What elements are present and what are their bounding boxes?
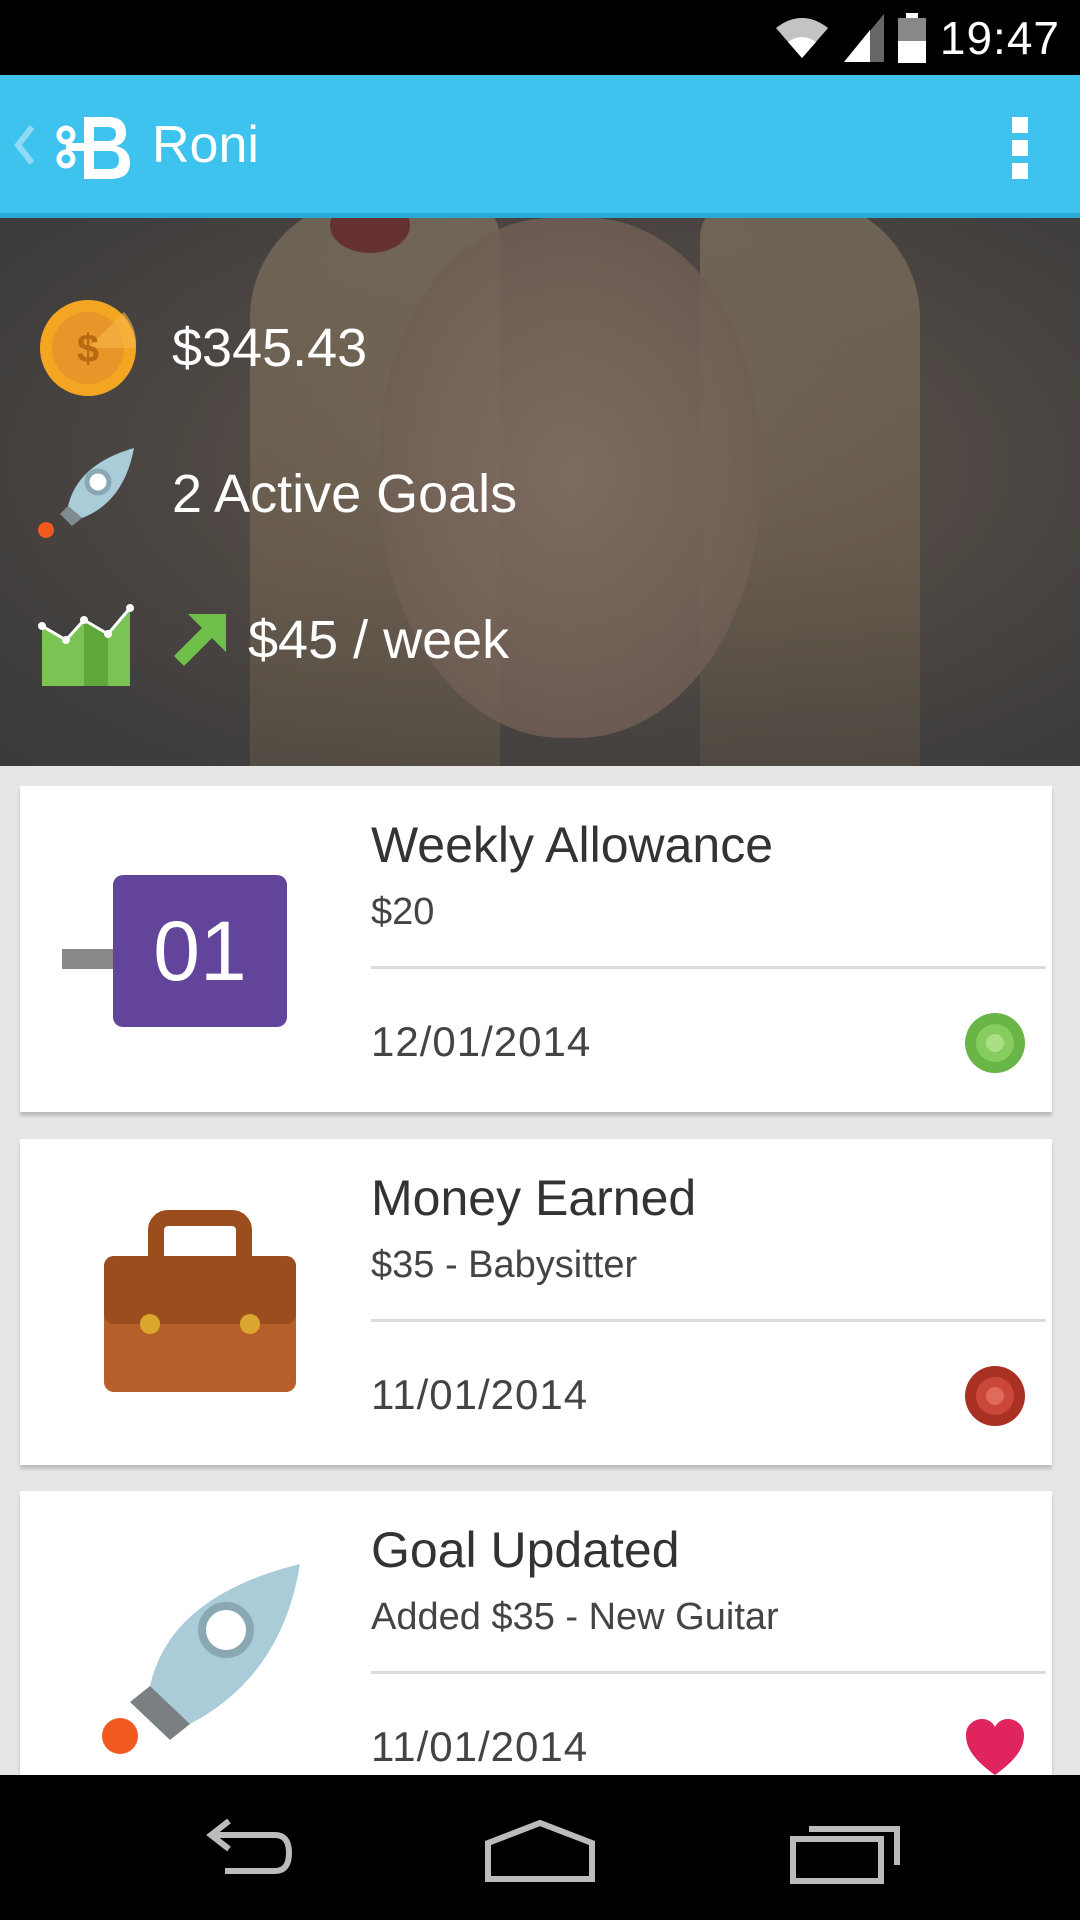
status-dot-red-icon <box>965 1366 1025 1426</box>
app-logo-icon[interactable] <box>56 113 132 181</box>
app-bar: Roni <box>0 75 1080 218</box>
activity-card-goal[interactable]: Goal Updated Added $35 - New Guitar 11/0… <box>20 1491 1052 1821</box>
calendar-icon: 01 <box>60 826 340 1076</box>
card-divider <box>371 966 1046 969</box>
card-title: Money Earned <box>371 1170 697 1226</box>
nav-back-icon[interactable] <box>185 1815 305 1885</box>
rocket-graphic <box>102 1564 300 1754</box>
rate-row: $45 / week <box>38 590 509 690</box>
nav-home-icon[interactable] <box>480 1815 600 1885</box>
battery-icon <box>897 12 926 63</box>
goals-row: 2 Active Goals <box>38 444 517 544</box>
clock: 19:47 <box>939 11 1060 64</box>
back-icon[interactable] <box>10 115 40 175</box>
heart-icon <box>966 1719 1024 1775</box>
card-subtitle: Added $35 - New Guitar <box>371 1596 779 1638</box>
card-divider <box>371 1319 1046 1322</box>
briefcase-icon <box>60 1179 340 1429</box>
card-date: 12/01/2014 <box>371 1018 592 1065</box>
system-nav-bar <box>0 1775 1080 1920</box>
card-subtitle: $35 - Babysitter <box>371 1244 638 1286</box>
profile-hero: $ $345.43 2 Active Goals $45 / week <box>0 218 1080 766</box>
signal-icon <box>843 13 884 62</box>
calendar-tile: 01 <box>113 875 287 1027</box>
svg-text:$: $ <box>77 327 99 371</box>
card-title: Weekly Allowance <box>371 817 774 873</box>
status-icons: 19:47 <box>774 10 1060 65</box>
screen: 19:47 Roni $ $345.43 2 Active Goals $45 … <box>0 0 1080 1920</box>
card-subtitle: $20 <box>371 891 435 933</box>
status-dot-green-icon <box>965 1013 1025 1073</box>
calendar-day: 01 <box>153 903 247 998</box>
card-title: Goal Updated <box>371 1522 680 1578</box>
balance-value: $345.43 <box>172 318 368 378</box>
status-bar: 19:47 <box>0 0 1080 75</box>
page-title: Roni <box>152 116 259 174</box>
briefcase-graphic <box>104 1210 296 1392</box>
card-date: 11/01/2014 <box>371 1371 589 1418</box>
active-goals-text: 2 Active Goals <box>172 464 518 524</box>
card-date: 11/01/2014 <box>371 1723 589 1770</box>
menu-dot <box>1012 140 1028 156</box>
chart-icon <box>38 604 134 686</box>
nav-recents-icon[interactable] <box>785 1815 905 1885</box>
overflow-menu-icon[interactable] <box>1012 117 1032 179</box>
rocket-icon <box>38 448 134 538</box>
balance-row: $ $345.43 <box>38 298 367 398</box>
menu-dot <box>1012 163 1028 179</box>
trend-up-arrow-icon <box>174 614 226 666</box>
card-divider <box>371 1671 1046 1674</box>
activity-card-allowance[interactable]: 01 Weekly Allowance $20 12/01/2014 <box>20 786 1052 1112</box>
weekly-rate-text: $45 / week <box>248 610 510 670</box>
coin-icon: $ <box>40 300 137 396</box>
activity-card-earned[interactable]: Money Earned $35 - Babysitter 11/01/2014 <box>20 1139 1052 1465</box>
menu-dot <box>1012 117 1028 133</box>
rocket-large-icon <box>60 1531 340 1781</box>
wifi-icon <box>775 17 828 58</box>
